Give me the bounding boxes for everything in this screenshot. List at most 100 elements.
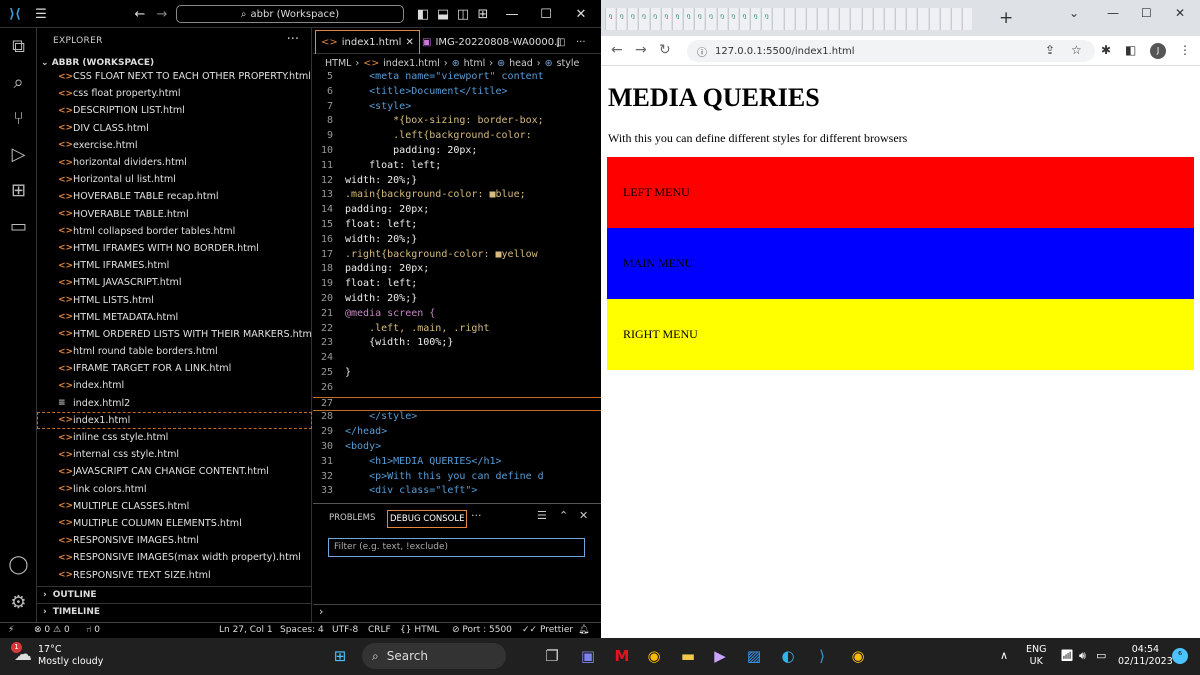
tab-debug-console[interactable]: DEBUG CONSOLE	[387, 510, 468, 528]
clock[interactable]: 04:54 02/11/2023	[1118, 644, 1173, 668]
code-line[interactable]: 26	[313, 382, 601, 397]
browser-tab[interactable]	[839, 8, 850, 30]
file-item[interactable]: <> exercise.html	[37, 137, 312, 154]
file-item[interactable]: <> index1.html	[37, 411, 312, 429]
code-line[interactable]: 22 .left, .main, .right	[313, 323, 601, 338]
close-icon[interactable]: ✕	[405, 37, 413, 48]
accounts-icon[interactable]: ◯	[0, 546, 37, 582]
forward-arrow-icon[interactable]: →	[152, 0, 172, 28]
menu-icon[interactable]: ☰	[30, 0, 52, 28]
minimize-icon[interactable]: —	[1107, 6, 1119, 20]
tab-image[interactable]: ▣ IMG-20220808-WA0000.j	[417, 30, 565, 54]
file-item[interactable]: <> RESPONSIVE IMAGES.html	[37, 532, 312, 549]
code-line[interactable]: 23 {width: 100%;}	[313, 337, 601, 352]
file-item[interactable]: <> inline css style.html	[37, 429, 312, 446]
outline-section[interactable]: › OUTLINE	[37, 586, 312, 603]
code-line[interactable]: 9 .left{background-color:	[313, 130, 601, 145]
chrome-active-icon[interactable]: ◉	[846, 644, 870, 668]
file-item[interactable]: <> HOVERABLE TABLE recap.html	[37, 188, 312, 205]
source-control-icon[interactable]: ⑂	[0, 100, 37, 136]
edge-icon[interactable]: ◐	[776, 644, 800, 668]
toggle-sidebar-icon[interactable]: ◧	[414, 0, 432, 28]
code-line[interactable]: 15 float: left;	[313, 219, 601, 234]
file-item[interactable]: <> internal css style.html	[37, 446, 312, 463]
code-line[interactable]: 20 width: 20%;}	[313, 293, 601, 308]
browser-tab[interactable]	[816, 8, 828, 30]
file-item[interactable]: <> HTML LISTS.html	[37, 291, 312, 308]
file-item[interactable]: <> DIV CLASS.html	[37, 120, 312, 137]
back-arrow-icon[interactable]: ←	[130, 0, 150, 28]
wifi-icon[interactable]: 📶︎	[1060, 650, 1074, 662]
mcafee-icon[interactable]: M	[610, 644, 634, 668]
eol[interactable]: CRLF	[368, 625, 391, 635]
code-line[interactable]: 13 .main{background-color: ■blue;	[313, 189, 601, 204]
remote-icon[interactable]: ⚡	[8, 625, 14, 635]
more-actions-icon[interactable]: ···	[287, 32, 299, 47]
maximize-panel-icon[interactable]: ⌃	[557, 506, 570, 525]
tab-problems[interactable]: PROBLEMS	[327, 510, 377, 526]
run-debug-icon[interactable]: ▷	[0, 136, 37, 172]
browser-tab[interactable]: ᵑ	[694, 8, 705, 30]
code-line[interactable]: 31 <h1>MEDIA QUERIES</h1>	[313, 456, 601, 471]
browser-tab[interactable]	[895, 8, 906, 30]
file-item[interactable]: <> css float property.html	[37, 85, 312, 102]
file-item[interactable]: <> MULTIPLE COLUMN ELEMENTS.html	[37, 515, 312, 532]
browser-tab[interactable]: ᵑ	[616, 8, 627, 30]
breadcrumb-item[interactable]: html	[464, 58, 486, 69]
code-line[interactable]: 11 float: left;	[313, 160, 601, 175]
browser-tab[interactable]: ᵑ	[627, 8, 638, 30]
code-line[interactable]: 24	[313, 352, 601, 367]
browser-tab[interactable]	[850, 8, 861, 30]
browser-tab[interactable]	[772, 8, 783, 30]
browser-tab[interactable]	[828, 8, 839, 30]
browser-tab[interactable]: ᵑ	[761, 8, 772, 30]
maximize-icon[interactable]: ☐	[534, 0, 558, 28]
code-line[interactable]: 7 <style>	[313, 101, 601, 116]
maximize-icon[interactable]: ☐	[1141, 6, 1152, 20]
notification-center-icon[interactable]: ⁶	[1172, 648, 1188, 664]
browser-tab[interactable]: ᵑ	[705, 8, 716, 30]
browser-tab[interactable]	[872, 8, 883, 30]
taskbar-search[interactable]: ⌕ Search	[362, 643, 506, 669]
toggle-panel-icon[interactable]: ⬓	[434, 0, 452, 28]
browser-tab[interactable]	[906, 8, 917, 30]
live-server-port[interactable]: ⊘ Port : 5500	[452, 625, 512, 635]
ports-status[interactable]: ⑁ 0	[86, 625, 100, 635]
clear-console-icon[interactable]: ☰	[535, 506, 549, 525]
close-panel-icon[interactable]: ✕	[577, 506, 590, 525]
close-icon[interactable]: ✕	[1175, 6, 1185, 20]
bookmark-star-icon[interactable]: ☆	[1071, 43, 1082, 57]
share-icon[interactable]: ⇪	[1045, 43, 1055, 57]
code-line[interactable]: 5 <meta name="viewport" content	[313, 71, 601, 86]
code-line[interactable]: 6 <title>Document</title>	[313, 86, 601, 101]
file-item[interactable]: <> html round table borders.html	[37, 343, 312, 360]
file-explorer-icon[interactable]: ▬	[676, 644, 700, 668]
file-item[interactable]: <> HTML ORDERED LISTS WITH THEIR MARKERS.…	[37, 326, 312, 343]
battery-icon[interactable]: ▭	[1096, 650, 1106, 662]
browser-tab[interactable]: ᵑ	[683, 8, 694, 30]
browser-tab[interactable]: ᵑ	[716, 8, 727, 30]
browser-tab[interactable]	[917, 8, 928, 30]
file-item[interactable]: <> RESPONSIVE TEXT SIZE.html	[37, 566, 312, 583]
timeline-section[interactable]: › TIMELINE	[37, 603, 312, 620]
file-item[interactable]: <> horizontal dividers.html	[37, 154, 312, 171]
code-line[interactable]: 21 @media screen {	[313, 308, 601, 323]
avatar[interactable]: J	[1150, 43, 1166, 59]
chrome-icon[interactable]: ◉	[642, 644, 666, 668]
more-actions-icon[interactable]: ···	[571, 30, 591, 54]
search-icon[interactable]: ⌕	[0, 64, 37, 100]
code-line[interactable]: 25}	[313, 367, 601, 382]
file-item[interactable]: <> Horizontal ul list.html	[37, 171, 312, 188]
file-item[interactable]: <> DESCRIPTION LIST.html	[37, 102, 312, 119]
browser-tab[interactable]: ᵑ	[605, 8, 616, 30]
browser-tab[interactable]	[939, 8, 950, 30]
media-player-icon[interactable]: ▶	[708, 644, 732, 668]
file-item[interactable]: <> HTML IFRAMES WITH NO BORDER.html	[37, 240, 312, 257]
file-item[interactable]: <> CSS FLOAT NEXT TO EACH OTHER PROPERTY.…	[37, 68, 312, 85]
browser-tab[interactable]	[928, 8, 939, 30]
browser-tab[interactable]: ᵑ	[660, 8, 671, 30]
breadcrumb-item[interactable]: head	[509, 58, 533, 69]
code-line[interactable]: 17 .right{background-color: ■yellow	[313, 249, 601, 264]
browser-tab[interactable]: ᵑ	[638, 8, 649, 30]
code-line[interactable]: 32 <p>With this you can define d	[313, 471, 601, 486]
